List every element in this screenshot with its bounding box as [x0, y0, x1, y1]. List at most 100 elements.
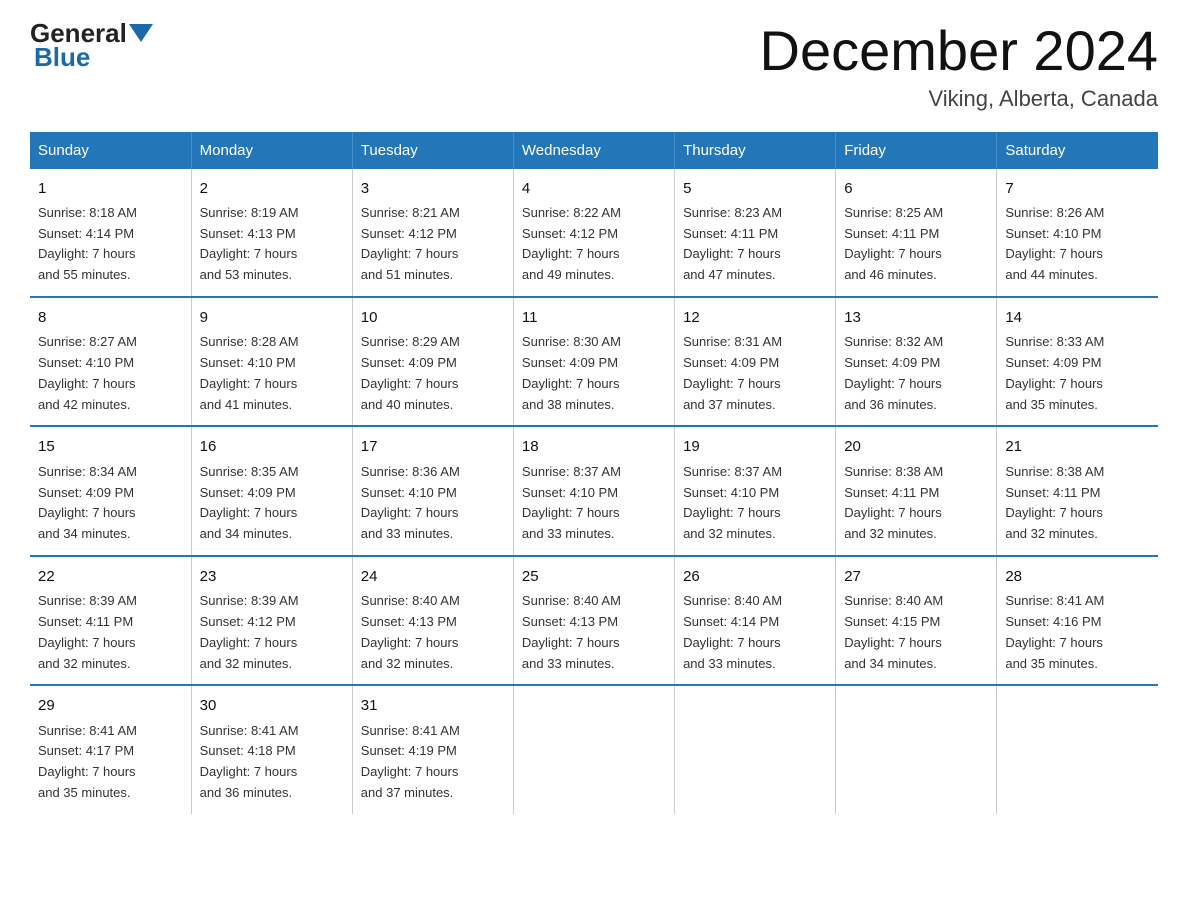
calendar-cell: 10 Sunrise: 8:29 AMSunset: 4:09 PMDayligh… — [352, 297, 513, 426]
day-number: 1 — [38, 177, 183, 200]
calendar-cell: 22 Sunrise: 8:39 AMSunset: 4:11 PMDayligh… — [30, 556, 191, 685]
day-info: Sunrise: 8:25 AMSunset: 4:11 PMDaylight:… — [844, 203, 988, 286]
day-info: Sunrise: 8:29 AMSunset: 4:09 PMDaylight:… — [361, 332, 505, 415]
calendar-cell — [836, 685, 997, 813]
calendar-cell: 4Sunrise: 8:22 AMSunset: 4:12 PMDaylight… — [513, 169, 674, 297]
day-number: 5 — [683, 177, 827, 200]
day-info: Sunrise: 8:21 AMSunset: 4:12 PMDaylight:… — [361, 203, 505, 286]
day-number: 9 — [200, 306, 344, 329]
day-number: 22 — [38, 565, 183, 588]
day-info: Sunrise: 8:40 AMSunset: 4:13 PMDaylight:… — [522, 591, 666, 674]
calendar-header-row: SundayMondayTuesdayWednesdayThursdayFrid… — [30, 132, 1158, 169]
day-info: Sunrise: 8:40 AMSunset: 4:13 PMDaylight:… — [361, 591, 505, 674]
day-number: 31 — [361, 694, 505, 717]
logo: General Blue — [30, 20, 155, 73]
header-wednesday: Wednesday — [513, 132, 674, 169]
day-number: 13 — [844, 306, 988, 329]
day-info: Sunrise: 8:27 AMSunset: 4:10 PMDaylight:… — [38, 332, 183, 415]
calendar-cell: 17 Sunrise: 8:36 AMSunset: 4:10 PMDayligh… — [352, 426, 513, 555]
logo-triangle-icon — [129, 24, 153, 42]
calendar-cell: 8 Sunrise: 8:27 AMSunset: 4:10 PMDaylight… — [30, 297, 191, 426]
header-friday: Friday — [836, 132, 997, 169]
day-info: Sunrise: 8:40 AMSunset: 4:15 PMDaylight:… — [844, 591, 988, 674]
day-info: Sunrise: 8:33 AMSunset: 4:09 PMDaylight:… — [1005, 332, 1150, 415]
calendar-cell: 3 Sunrise: 8:21 AMSunset: 4:12 PMDaylight… — [352, 169, 513, 297]
calendar-cell: 20 Sunrise: 8:38 AMSunset: 4:11 PMDayligh… — [836, 426, 997, 555]
day-number: 4 — [522, 177, 666, 200]
day-info: Sunrise: 8:38 AMSunset: 4:11 PMDaylight:… — [1005, 462, 1150, 545]
calendar-cell: 11 Sunrise: 8:30 AMSunset: 4:09 PMDayligh… — [513, 297, 674, 426]
day-number: 25 — [522, 565, 666, 588]
page-header: General Blue December 2024 Viking, Alber… — [30, 20, 1158, 112]
day-info: Sunrise: 8:41 AMSunset: 4:16 PMDaylight:… — [1005, 591, 1150, 674]
calendar-cell: 21 Sunrise: 8:38 AMSunset: 4:11 PMDayligh… — [997, 426, 1158, 555]
calendar-cell: 24Sunrise: 8:40 AMSunset: 4:13 PMDayligh… — [352, 556, 513, 685]
day-number: 28 — [1005, 565, 1150, 588]
title-block: December 2024 Viking, Alberta, Canada — [760, 20, 1158, 112]
calendar-cell: 16 Sunrise: 8:35 AMSunset: 4:09 PMDayligh… — [191, 426, 352, 555]
day-info: Sunrise: 8:41 AMSunset: 4:19 PMDaylight:… — [361, 721, 505, 804]
week-row-5: 29Sunrise: 8:41 AMSunset: 4:17 PMDayligh… — [30, 685, 1158, 813]
calendar-cell: 29Sunrise: 8:41 AMSunset: 4:17 PMDayligh… — [30, 685, 191, 813]
calendar-cell: 1Sunrise: 8:18 AMSunset: 4:14 PMDaylight… — [30, 169, 191, 297]
day-info: Sunrise: 8:19 AMSunset: 4:13 PMDaylight:… — [200, 203, 344, 286]
calendar-cell — [675, 685, 836, 813]
header-tuesday: Tuesday — [352, 132, 513, 169]
calendar-cell: 28 Sunrise: 8:41 AMSunset: 4:16 PMDayligh… — [997, 556, 1158, 685]
week-row-3: 15Sunrise: 8:34 AMSunset: 4:09 PMDayligh… — [30, 426, 1158, 555]
day-info: Sunrise: 8:30 AMSunset: 4:09 PMDaylight:… — [522, 332, 666, 415]
header-thursday: Thursday — [675, 132, 836, 169]
calendar-cell: 14 Sunrise: 8:33 AMSunset: 4:09 PMDayligh… — [997, 297, 1158, 426]
week-row-1: 1Sunrise: 8:18 AMSunset: 4:14 PMDaylight… — [30, 169, 1158, 297]
main-title: December 2024 — [760, 20, 1158, 82]
day-number: 11 — [522, 306, 666, 329]
calendar-cell: 2Sunrise: 8:19 AMSunset: 4:13 PMDaylight… — [191, 169, 352, 297]
day-number: 27 — [844, 565, 988, 588]
day-info: Sunrise: 8:28 AMSunset: 4:10 PMDaylight:… — [200, 332, 344, 415]
day-number: 7 — [1005, 177, 1150, 200]
day-info: Sunrise: 8:31 AMSunset: 4:09 PMDaylight:… — [683, 332, 827, 415]
day-number: 18 — [522, 435, 666, 458]
calendar-cell: 6 Sunrise: 8:25 AMSunset: 4:11 PMDaylight… — [836, 169, 997, 297]
day-info: Sunrise: 8:40 AMSunset: 4:14 PMDaylight:… — [683, 591, 827, 674]
calendar-cell — [513, 685, 674, 813]
calendar-cell: 9 Sunrise: 8:28 AMSunset: 4:10 PMDaylight… — [191, 297, 352, 426]
day-info: Sunrise: 8:35 AMSunset: 4:09 PMDaylight:… — [200, 462, 344, 545]
day-info: Sunrise: 8:37 AMSunset: 4:10 PMDaylight:… — [683, 462, 827, 545]
calendar-cell: 27 Sunrise: 8:40 AMSunset: 4:15 PMDayligh… — [836, 556, 997, 685]
day-number: 8 — [38, 306, 183, 329]
week-row-2: 8 Sunrise: 8:27 AMSunset: 4:10 PMDaylight… — [30, 297, 1158, 426]
calendar-cell: 12 Sunrise: 8:31 AMSunset: 4:09 PMDayligh… — [675, 297, 836, 426]
header-saturday: Saturday — [997, 132, 1158, 169]
calendar-cell — [997, 685, 1158, 813]
day-number: 21 — [1005, 435, 1150, 458]
day-info: Sunrise: 8:41 AMSunset: 4:17 PMDaylight:… — [38, 721, 183, 804]
day-info: Sunrise: 8:26 AMSunset: 4:10 PMDaylight:… — [1005, 203, 1150, 286]
day-number: 6 — [844, 177, 988, 200]
header-monday: Monday — [191, 132, 352, 169]
day-info: Sunrise: 8:39 AMSunset: 4:12 PMDaylight:… — [200, 591, 344, 674]
calendar-cell: 26Sunrise: 8:40 AMSunset: 4:14 PMDayligh… — [675, 556, 836, 685]
day-number: 15 — [38, 435, 183, 458]
calendar-cell: 25 Sunrise: 8:40 AMSunset: 4:13 PMDayligh… — [513, 556, 674, 685]
day-number: 17 — [361, 435, 505, 458]
calendar-cell: 30Sunrise: 8:41 AMSunset: 4:18 PMDayligh… — [191, 685, 352, 813]
day-info: Sunrise: 8:36 AMSunset: 4:10 PMDaylight:… — [361, 462, 505, 545]
day-info: Sunrise: 8:38 AMSunset: 4:11 PMDaylight:… — [844, 462, 988, 545]
day-info: Sunrise: 8:41 AMSunset: 4:18 PMDaylight:… — [200, 721, 344, 804]
calendar-table: SundayMondayTuesdayWednesdayThursdayFrid… — [30, 132, 1158, 814]
header-sunday: Sunday — [30, 132, 191, 169]
day-number: 16 — [200, 435, 344, 458]
day-number: 10 — [361, 306, 505, 329]
calendar-cell: 19Sunrise: 8:37 AMSunset: 4:10 PMDayligh… — [675, 426, 836, 555]
day-number: 14 — [1005, 306, 1150, 329]
calendar-cell: 5 Sunrise: 8:23 AMSunset: 4:11 PMDaylight… — [675, 169, 836, 297]
day-number: 20 — [844, 435, 988, 458]
day-info: Sunrise: 8:39 AMSunset: 4:11 PMDaylight:… — [38, 591, 183, 674]
calendar-cell: 23 Sunrise: 8:39 AMSunset: 4:12 PMDayligh… — [191, 556, 352, 685]
calendar-cell: 15Sunrise: 8:34 AMSunset: 4:09 PMDayligh… — [30, 426, 191, 555]
day-info: Sunrise: 8:23 AMSunset: 4:11 PMDaylight:… — [683, 203, 827, 286]
day-number: 3 — [361, 177, 505, 200]
day-number: 23 — [200, 565, 344, 588]
day-number: 12 — [683, 306, 827, 329]
